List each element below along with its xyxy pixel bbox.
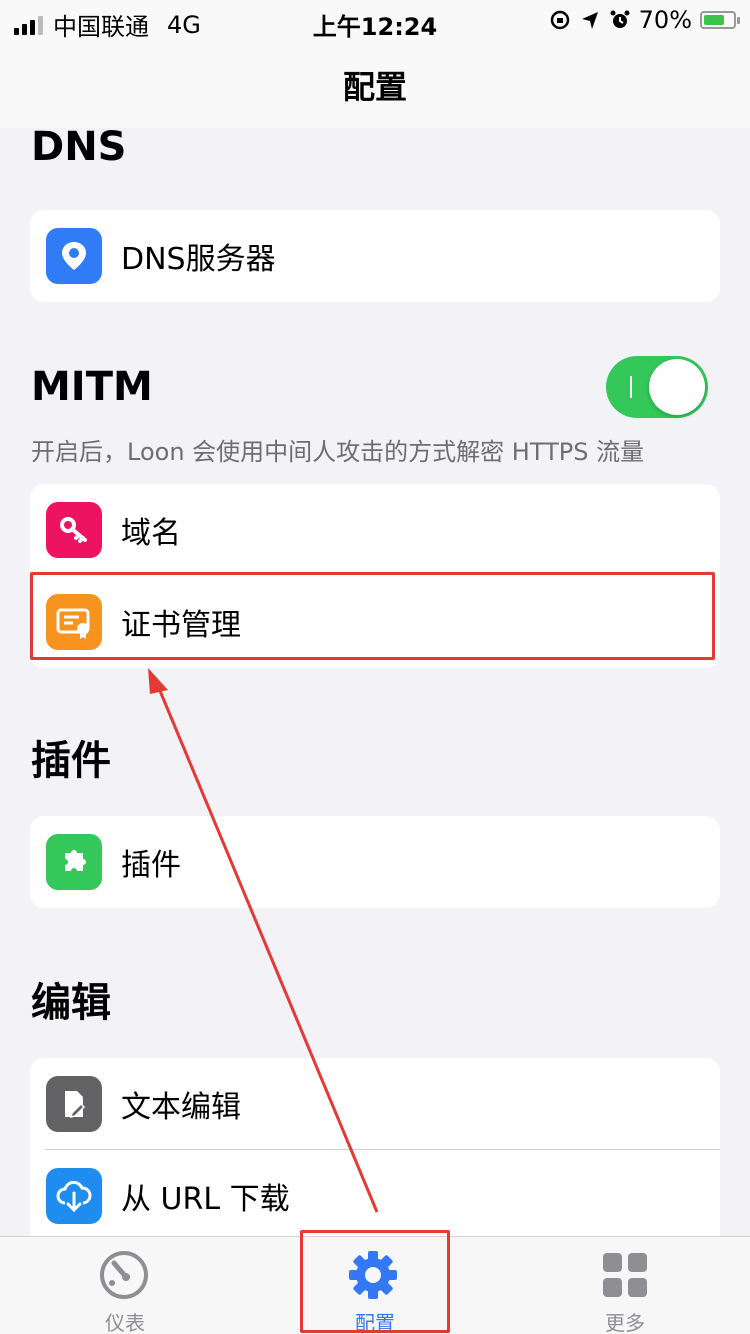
- document-edit-icon: [46, 1076, 102, 1132]
- tab-label: 配置: [355, 1311, 395, 1334]
- tab-dashboard[interactable]: 仪表: [0, 1237, 250, 1334]
- list-item-dns-server[interactable]: DNS服务器: [30, 210, 720, 302]
- list-item-domain[interactable]: 域名: [30, 484, 720, 576]
- list-item-label: 证书管理: [121, 608, 241, 643]
- battery-fill: [704, 15, 724, 25]
- page-title: 配置: [342, 68, 407, 106]
- key-icon: [46, 502, 102, 558]
- status-bar: 中国联通 4G 上午12:24 70%: [0, 0, 750, 42]
- tab-bar: 仪表 配置 更多: [0, 1236, 750, 1334]
- cloud-download-icon: [46, 1168, 102, 1224]
- toggle-on-mark: [630, 376, 632, 398]
- list-item-download-from-url[interactable]: 从 URL 下载: [30, 1150, 720, 1236]
- section-title-plugins: 插件: [31, 738, 111, 784]
- mitm-toggle[interactable]: [606, 356, 708, 418]
- list-item-label: 域名: [121, 516, 181, 551]
- mitm-card: 域名 证书管理: [30, 484, 720, 668]
- plugins-card: 插件: [30, 816, 720, 908]
- list-item-label: DNS服务器: [121, 242, 276, 277]
- grid-icon: [603, 1253, 647, 1297]
- toggle-knob: [649, 359, 705, 415]
- list-item-text-edit[interactable]: 文本编辑: [30, 1058, 720, 1150]
- navigation-bar: 配置: [0, 42, 750, 128]
- tab-label: 更多: [605, 1311, 645, 1334]
- mitm-description: 开启后，Loon 会使用中间人攻击的方式解密 HTTPS 流量: [31, 438, 645, 466]
- certificate-icon: [46, 594, 102, 650]
- list-item-plugins[interactable]: 插件: [30, 816, 720, 908]
- alarm-icon: [610, 10, 630, 28]
- tab-config[interactable]: 配置: [250, 1237, 500, 1334]
- list-item-label: 文本编辑: [121, 1090, 241, 1125]
- battery-percent: 70%: [638, 6, 692, 34]
- list-item-certificate-management[interactable]: 证书管理: [30, 576, 720, 668]
- section-title-dns: DNS: [31, 124, 127, 170]
- tab-more[interactable]: 更多: [500, 1237, 750, 1334]
- location-pin-icon: [46, 228, 102, 284]
- status-right: 70%: [549, 6, 740, 34]
- battery-icon: [700, 11, 740, 29]
- dns-card: DNS服务器: [30, 210, 720, 302]
- list-item-label: 从 URL 下载: [121, 1182, 290, 1217]
- tab-label: 仪表: [105, 1311, 145, 1334]
- location-arrow-icon: [581, 12, 598, 29]
- section-title-mitm: MITM: [31, 364, 153, 410]
- gear-icon: [349, 1251, 397, 1299]
- section-title-edit: 编辑: [31, 980, 111, 1026]
- rotation-lock-icon: [550, 10, 569, 30]
- puzzle-icon: [46, 834, 102, 890]
- gauge-icon: [100, 1251, 148, 1299]
- list-item-label: 插件: [121, 848, 181, 883]
- edit-card: 文本编辑 从 URL 下载: [30, 1058, 720, 1236]
